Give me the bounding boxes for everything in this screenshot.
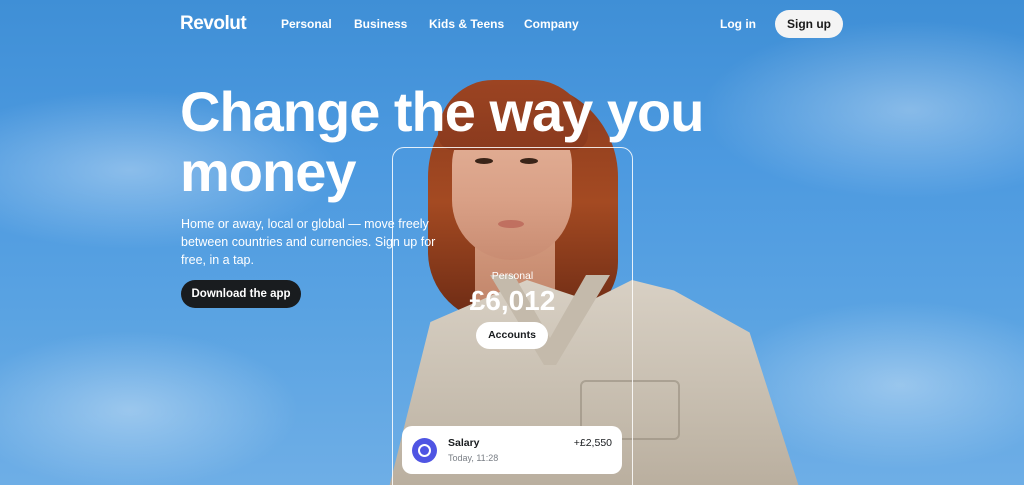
revolut-logo[interactable]: Revolut [180, 13, 247, 35]
nav-link-kids-teens[interactable]: Kids & Teens [429, 17, 504, 31]
nav-link-personal[interactable]: Personal [281, 17, 332, 31]
top-nav: Revolut Personal Business Kids & Teens C… [0, 0, 1024, 48]
transaction-time: Today, 11:28 [448, 453, 499, 463]
hero-subtitle: Home or away, local or global — move fre… [181, 217, 436, 267]
nav-link-company[interactable]: Company [524, 17, 579, 31]
cloud [0, 330, 300, 485]
account-label: Personal [491, 270, 534, 282]
coins-icon [412, 438, 437, 463]
download-app-button[interactable]: Download the app [181, 280, 301, 308]
transaction-title: Salary [448, 437, 480, 449]
transaction-amount: +£2,550 [573, 437, 612, 449]
accounts-button[interactable]: Accounts [476, 322, 548, 349]
page: Revolut Personal Business Kids & Teens C… [0, 0, 1024, 485]
signup-button[interactable]: Sign up [775, 10, 843, 38]
hero-title: Change the way you money [180, 80, 704, 203]
account-balance: £6,012 [469, 285, 556, 316]
login-link[interactable]: Log in [720, 17, 756, 31]
nav-link-business[interactable]: Business [354, 17, 407, 31]
transaction-card: Salary Today, 11:28 +£2,550 [402, 426, 622, 474]
